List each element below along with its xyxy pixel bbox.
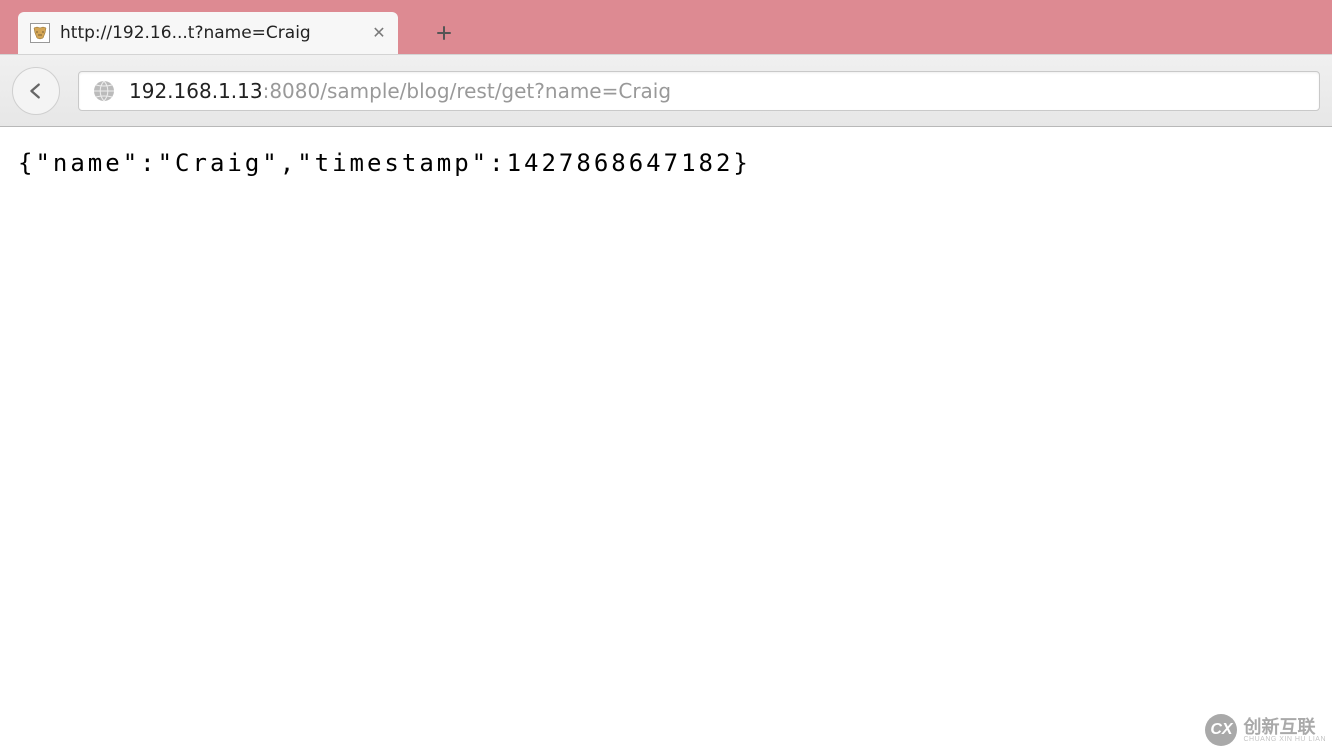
tab-title: http://192.16...t?name=Craig xyxy=(60,23,311,43)
back-button[interactable] xyxy=(12,67,60,115)
watermark-text: 创新互联 CHUANG XIN HU LIAN xyxy=(1243,718,1326,743)
tomcat-favicon-icon xyxy=(30,23,50,43)
close-icon[interactable]: ✕ xyxy=(370,24,388,42)
globe-icon xyxy=(91,78,117,104)
watermark: CX 创新互联 CHUANG XIN HU LIAN xyxy=(1205,714,1326,746)
url-text: 192.168.1.13:8080/sample/blog/rest/get?n… xyxy=(129,79,671,103)
watermark-sub: CHUANG XIN HU LIAN xyxy=(1243,736,1326,743)
nav-toolbar: 192.168.1.13:8080/sample/blog/rest/get?n… xyxy=(0,54,1332,127)
page-body: {"name":"Craig","timestamp":142786864718… xyxy=(0,127,1332,199)
watermark-logo-icon: CX xyxy=(1205,714,1237,746)
browser-tab[interactable]: http://192.16...t?name=Craig ✕ xyxy=(18,12,398,54)
url-host: 192.168.1.13 xyxy=(129,79,263,103)
url-bar[interactable]: 192.168.1.13:8080/sample/blog/rest/get?n… xyxy=(78,71,1320,111)
tab-strip: http://192.16...t?name=Craig ✕ xyxy=(0,0,1332,54)
watermark-main: 创新互联 xyxy=(1243,718,1326,736)
url-path: :8080/sample/blog/rest/get?name=Craig xyxy=(263,79,671,103)
new-tab-button[interactable] xyxy=(426,19,462,47)
response-text: {"name":"Craig","timestamp":142786864718… xyxy=(18,149,751,177)
